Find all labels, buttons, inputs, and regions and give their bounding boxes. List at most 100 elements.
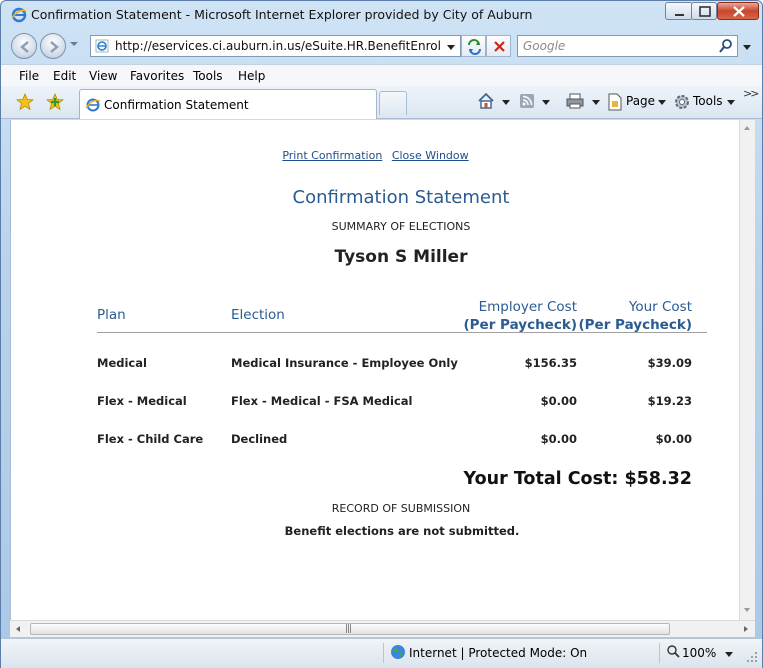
page-content: Print Confirmation Close Window Confirma… [10, 120, 739, 620]
scroll-up-arrow-icon[interactable] [744, 126, 750, 130]
resize-grip-icon[interactable] [746, 651, 758, 663]
menu-file[interactable]: File [19, 69, 39, 83]
menu-bar: File Edit View Favorites Tools Help [1, 64, 762, 86]
zoom-level[interactable]: 100% [682, 646, 716, 660]
browser-window: Confirmation Statement - Microsoft Inter… [0, 0, 763, 668]
ie-page-icon [85, 98, 101, 112]
search-input[interactable]: Google [517, 35, 738, 57]
page-links: Print Confirmation Close Window [11, 149, 740, 162]
add-favorite-icon[interactable] [46, 93, 64, 111]
row-plan: Flex - Medical [97, 394, 187, 408]
header-your-cost: Your Cost [628, 299, 692, 315]
back-arrow-icon [20, 41, 29, 53]
status-divider [659, 643, 660, 663]
row-your-cost: $19.23 [647, 394, 692, 408]
minimize-icon [675, 14, 684, 16]
menu-favorites[interactable]: Favorites [130, 69, 184, 83]
more-commands-chevron-icon[interactable]: >> [743, 87, 760, 100]
search-options-dropdown[interactable] [743, 45, 751, 50]
forward-arrow-icon [50, 41, 59, 53]
header-employer-cost-sub: (Per Paycheck) [463, 317, 577, 333]
close-window-link[interactable]: Close Window [392, 149, 469, 162]
window-title: Confirmation Statement - Microsoft Inter… [31, 7, 533, 22]
vertical-scrollbar[interactable] [739, 120, 755, 620]
row-employer-cost: $156.35 [524, 356, 577, 370]
row-election: Medical Insurance - Employee Only [231, 356, 458, 370]
summary-heading: SUMMARY OF ELECTIONS [331, 220, 471, 233]
header-plan: Plan [97, 307, 126, 323]
page-title: Confirmation Statement [292, 187, 510, 208]
page-menu-icon[interactable] [607, 93, 623, 111]
row-election: Declined [231, 432, 288, 446]
row-election: Flex - Medical - FSA Medical [231, 394, 413, 408]
home-dropdown[interactable] [502, 100, 510, 105]
print-confirmation-link[interactable]: Print Confirmation [282, 149, 382, 162]
record-heading: RECORD OF SUBMISSION [331, 502, 471, 515]
security-zone-text[interactable]: Internet | Protected Mode: On [409, 646, 587, 660]
total-cost: Your Total Cost: $58.32 [463, 469, 692, 489]
minimize-button[interactable] [665, 2, 693, 20]
title-bar: Confirmation Statement - Microsoft Inter… [1, 1, 762, 29]
address-bar[interactable]: http://eservices.ci.auburn.in.us/eSuite.… [90, 35, 461, 57]
tab-label: Confirmation Statement [104, 98, 249, 112]
forward-button[interactable] [40, 33, 66, 59]
tools-gear-icon[interactable] [673, 93, 691, 111]
address-dropdown-icon[interactable] [447, 45, 455, 50]
menu-tools[interactable]: Tools [193, 69, 223, 83]
refresh-button[interactable] [461, 35, 486, 57]
zoom-dropdown[interactable] [725, 652, 733, 657]
menu-view[interactable]: View [89, 69, 117, 83]
horizontal-scrollbar[interactable]: ||| [10, 620, 755, 637]
search-icon[interactable] [718, 38, 734, 54]
row-your-cost: $0.00 [655, 432, 692, 446]
url-text[interactable]: http://eservices.ci.auburn.in.us/eSuite.… [115, 39, 441, 53]
submission-status: Benefit elections are not submitted. [284, 524, 520, 538]
stop-icon [494, 41, 505, 52]
favorites-star-icon[interactable] [16, 93, 34, 111]
maximize-button[interactable] [691, 2, 717, 20]
command-bar: Confirmation Statement Page Tools >> [1, 86, 762, 119]
row-employer-cost: $0.00 [540, 394, 577, 408]
header-election: Election [231, 307, 285, 323]
print-dropdown[interactable] [592, 100, 600, 105]
refresh-icon [468, 39, 481, 55]
tools-menu-button[interactable]: Tools [693, 94, 723, 108]
close-icon [733, 6, 745, 17]
tab-confirmation-statement[interactable]: Confirmation Statement [79, 89, 377, 119]
horizontal-scroll-thumb[interactable]: ||| [30, 623, 670, 635]
header-your-cost-sub: (Per Paycheck) [578, 317, 692, 333]
home-icon[interactable] [477, 92, 495, 110]
row-plan: Medical [97, 356, 147, 370]
stop-button[interactable] [486, 35, 511, 57]
status-divider [383, 643, 384, 663]
back-button[interactable] [11, 33, 37, 59]
page-menu-button[interactable]: Page [626, 94, 655, 108]
tools-menu-dropdown[interactable] [727, 100, 735, 105]
menu-help[interactable]: Help [238, 69, 265, 83]
close-window-button[interactable] [717, 2, 759, 20]
search-placeholder: Google [523, 39, 566, 53]
menu-edit[interactable]: Edit [53, 69, 76, 83]
table-divider [97, 332, 707, 333]
row-employer-cost: $0.00 [540, 432, 577, 446]
ie-logo-icon [11, 7, 27, 23]
scroll-right-arrow-icon[interactable] [744, 626, 748, 632]
address-row: http://eservices.ci.auburn.in.us/eSuite.… [1, 30, 762, 62]
recent-pages-dropdown[interactable] [70, 42, 78, 46]
feeds-dropdown[interactable] [542, 100, 550, 105]
zoom-magnifier-icon[interactable] [666, 644, 680, 658]
print-icon[interactable] [566, 93, 584, 109]
maximize-icon [699, 6, 711, 17]
status-bar: Internet | Protected Mode: On 100% [1, 638, 762, 668]
new-tab-button[interactable] [379, 91, 407, 115]
internet-globe-icon [391, 645, 405, 659]
employee-name: Tyson S Miller [334, 247, 468, 267]
header-employer-cost: Employer Cost [478, 299, 577, 315]
page-menu-dropdown[interactable] [658, 100, 666, 105]
row-plan: Flex - Child Care [97, 432, 204, 446]
scroll-grip-icon: ||| [345, 624, 352, 634]
scroll-down-arrow-icon[interactable] [744, 608, 750, 612]
row-your-cost: $39.09 [647, 356, 692, 370]
scroll-left-arrow-icon[interactable] [16, 626, 20, 632]
feeds-icon[interactable] [519, 93, 535, 109]
